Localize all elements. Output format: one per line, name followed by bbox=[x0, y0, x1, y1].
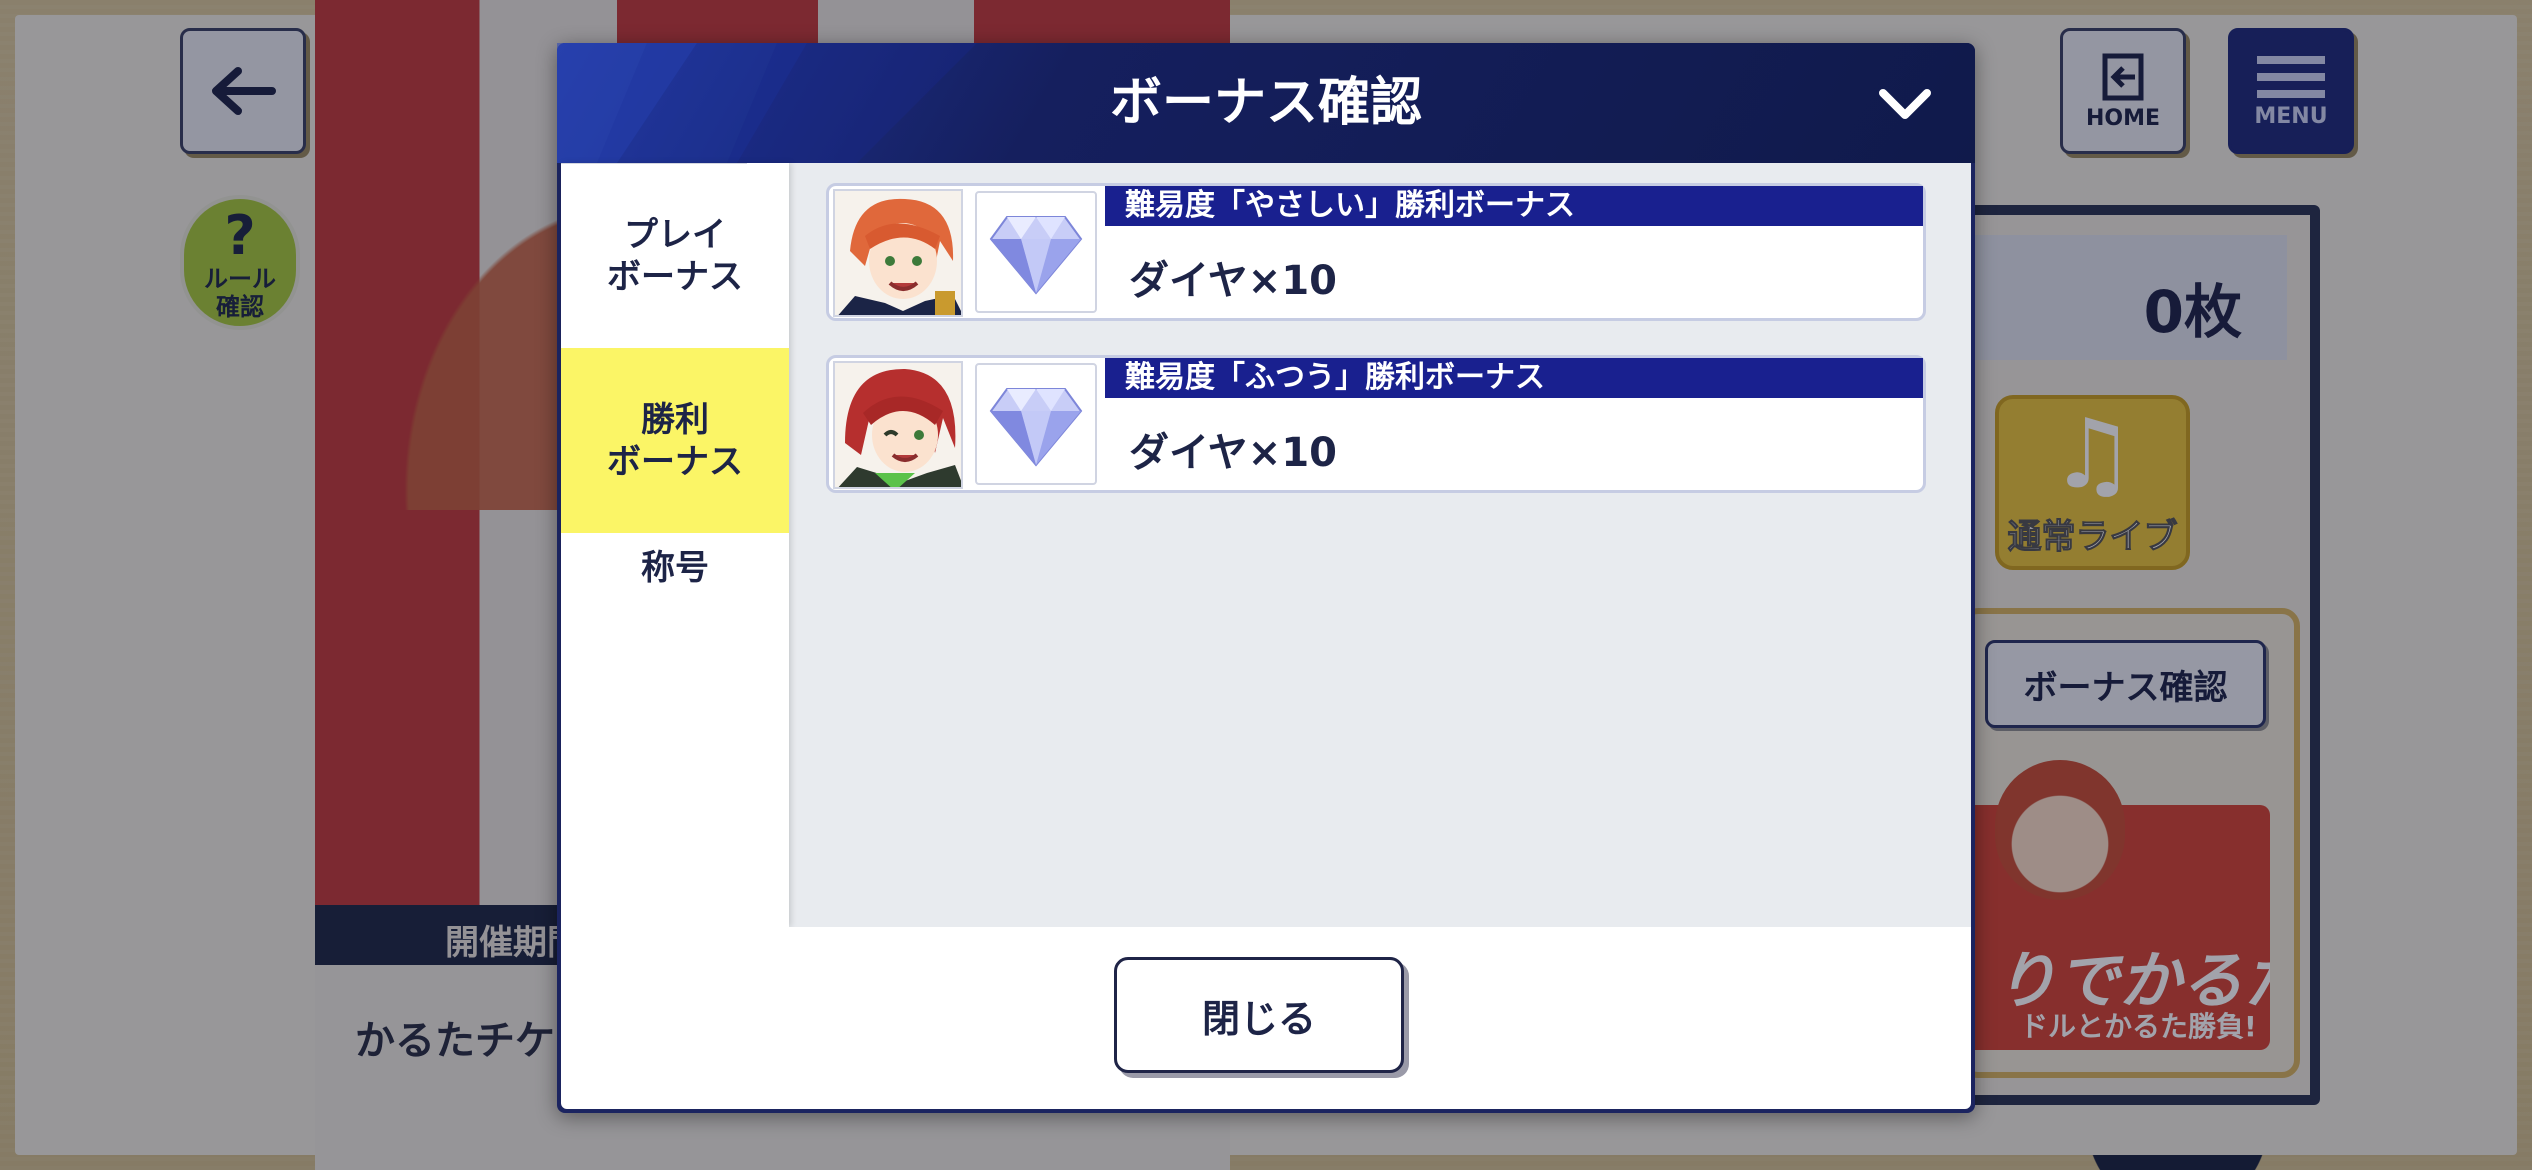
diamond-icon bbox=[989, 216, 1083, 295]
character-portrait bbox=[833, 361, 963, 489]
diamond-icon bbox=[989, 388, 1083, 467]
close-button[interactable]: 閉じる bbox=[1114, 957, 1404, 1073]
modal-header: ボーナス確認 bbox=[557, 43, 1975, 163]
reward-item-box bbox=[975, 363, 1097, 485]
bonus-confirm-modal: ボーナス確認 プレイ ボーナス 勝利 ボーナス 称号 難易度「やさしい」勝利ボー… bbox=[557, 43, 1975, 1113]
modal-body: プレイ ボーナス 勝利 ボーナス 称号 難易度「やさしい」勝利ボーナス ダイヤ×… bbox=[561, 163, 1971, 927]
tab-play-bonus[interactable]: プレイ ボーナス bbox=[561, 163, 789, 348]
modal-title: ボーナス確認 bbox=[1109, 73, 1422, 133]
collapse-button[interactable] bbox=[1873, 79, 1937, 129]
reward-title: 難易度「やさしい」勝利ボーナス bbox=[1105, 186, 1923, 226]
reward-title: 難易度「ふつう」勝利ボーナス bbox=[1105, 358, 1923, 398]
reward-row: 難易度「やさしい」勝利ボーナス ダイヤ×10 bbox=[826, 183, 1926, 321]
reward-list: 難易度「やさしい」勝利ボーナス ダイヤ×10 難易度「ふつう」勝利ボーナス ダイ… bbox=[826, 183, 1926, 527]
reward-item-box bbox=[975, 191, 1097, 313]
bonus-tabs: プレイ ボーナス 勝利 ボーナス 称号 bbox=[561, 163, 789, 927]
chevron-down-icon bbox=[1879, 89, 1931, 119]
modal-footer: 閉じる bbox=[561, 927, 1971, 1109]
reward-row: 難易度「ふつう」勝利ボーナス ダイヤ×10 bbox=[826, 355, 1926, 493]
character-portrait bbox=[833, 189, 963, 317]
reward-value: ダイヤ×10 bbox=[1129, 258, 1337, 304]
tab-win-bonus[interactable]: 勝利 ボーナス bbox=[561, 348, 789, 533]
tab-title[interactable]: 称号 bbox=[561, 508, 789, 628]
reward-value: ダイヤ×10 bbox=[1129, 430, 1337, 476]
